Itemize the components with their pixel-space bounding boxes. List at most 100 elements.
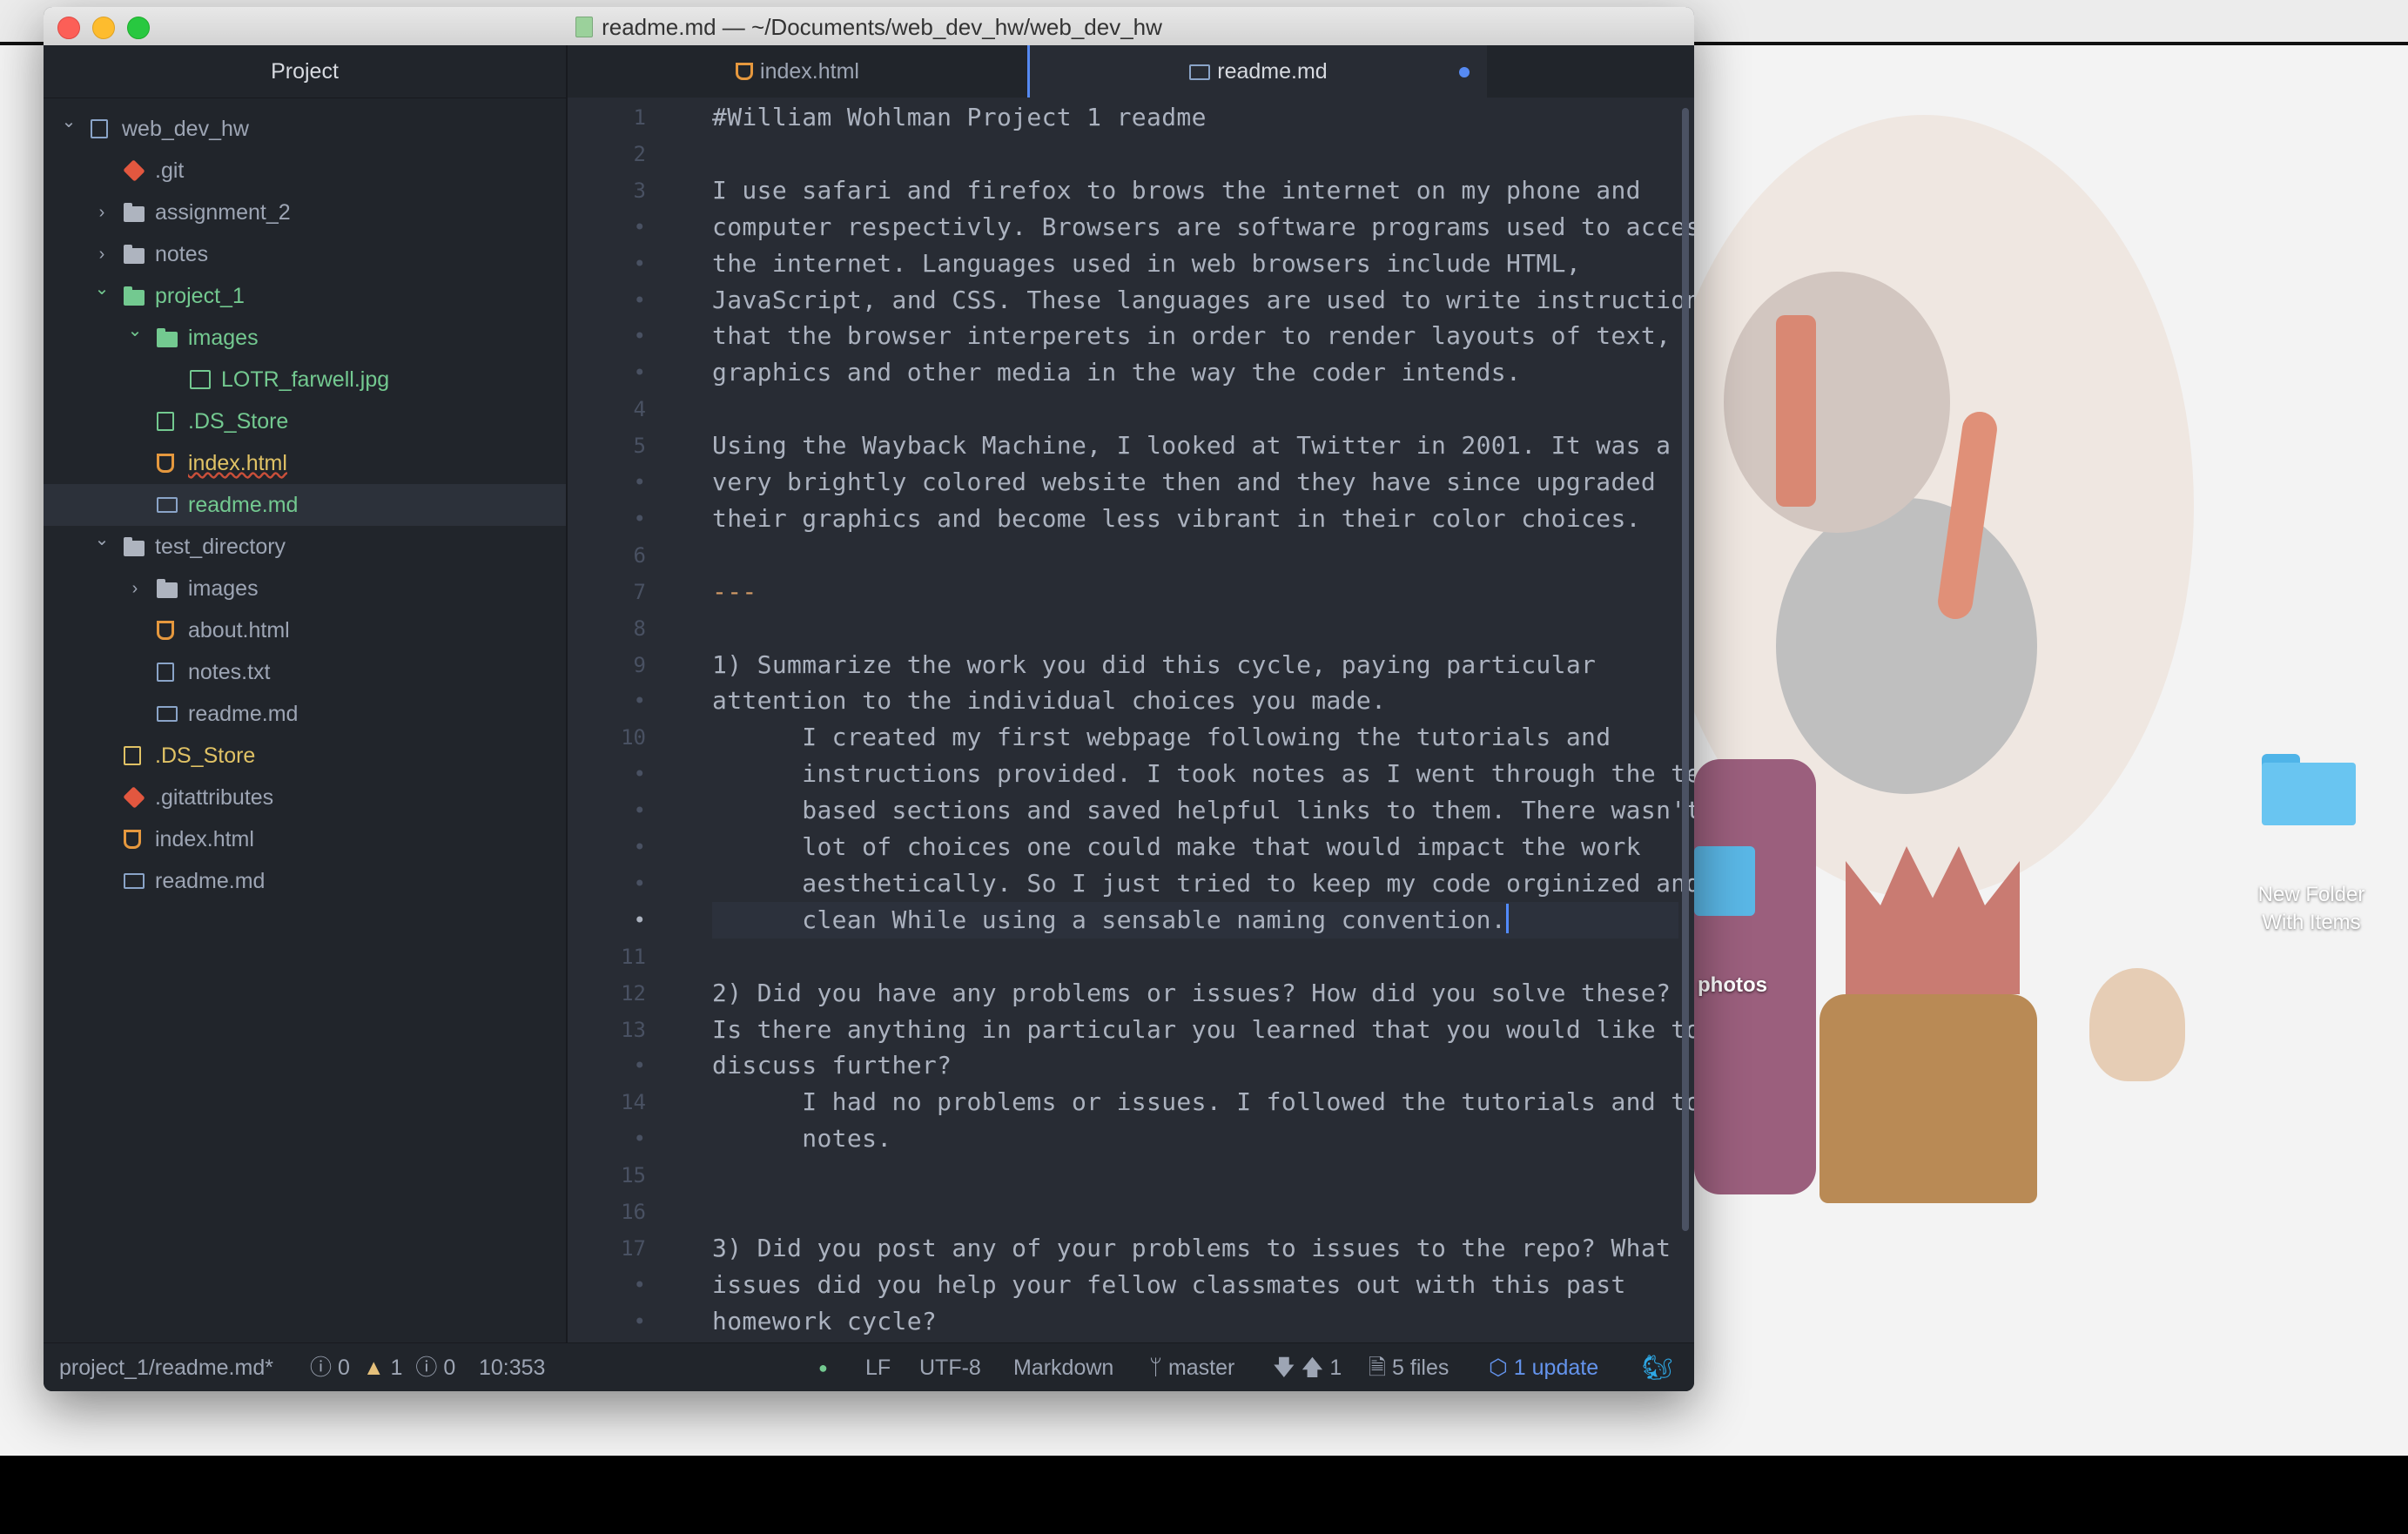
tree-item[interactable]: readme.md <box>44 860 566 902</box>
tree-item[interactable]: about.html <box>44 609 566 651</box>
tree-item[interactable]: › notes <box>44 233 566 275</box>
github-files[interactable]: 🗎 5 files <box>1369 1343 1449 1391</box>
markdown-file-icon <box>1189 64 1211 80</box>
tree-item[interactable]: ⌄ test_directory <box>44 526 566 568</box>
tab-readme-md[interactable]: readme.md <box>1027 45 1487 98</box>
code-line-text: aesthetically. So I just tried to keep m… <box>712 869 1694 898</box>
code-line[interactable]: graphics and other media in the way the … <box>712 354 1521 391</box>
line-ending-selector[interactable]: LF <box>865 1343 891 1391</box>
tree-item-label: .gitattributes <box>155 785 274 810</box>
code-line[interactable]: clean While using a sensable naming conv… <box>712 902 1509 939</box>
markdown-file-icon <box>157 706 178 722</box>
tree-item[interactable]: ⌄ web_dev_hw <box>44 108 566 150</box>
code-line[interactable]: --- <box>712 574 757 610</box>
chevron-down-icon[interactable]: ⌄ <box>92 268 111 310</box>
code-line[interactable]: I had no problems or issues. I followed … <box>712 1084 1694 1120</box>
status-file-path[interactable]: project_1/readme.md* <box>59 1343 273 1391</box>
grammar-selector[interactable]: Markdown <box>1013 1343 1113 1391</box>
tab-index-html-label: index.html <box>760 59 859 84</box>
tree-item[interactable]: LOTR_farwell.jpg <box>44 359 566 400</box>
text-editor[interactable]: 1 #William Wohlman Project 1 readme 2 3 I us… <box>568 98 1694 1342</box>
code-line-text: notes. <box>712 1124 892 1153</box>
encoding-selector[interactable]: UTF-8 <box>919 1343 981 1391</box>
tree-item[interactable]: index.html <box>44 442 566 484</box>
chevron-down-icon[interactable]: ⌄ <box>125 310 145 352</box>
git-push-pull[interactable]: 🡇 🡅 1 <box>1273 1343 1342 1391</box>
line-number: • <box>633 689 646 713</box>
code-line[interactable]: discuss further? <box>712 1047 952 1084</box>
code-line-text: computer respectivly. Browsers are softw… <box>712 212 1694 241</box>
code-line[interactable]: #William Wohlman Project 1 readme <box>712 99 1207 136</box>
feedback-squirrel-icon[interactable]: 🐿 <box>1642 1343 1673 1391</box>
modified-indicator-icon[interactable] <box>1459 67 1470 77</box>
code-line[interactable]: JavaScript, and CSS. These languages are… <box>712 282 1694 319</box>
title-bar[interactable]: readme.md — ~/Documents/web_dev_hw/web_d… <box>44 7 1694 46</box>
tree-item[interactable]: readme.md <box>44 484 566 526</box>
tree-item[interactable]: readme.md <box>44 693 566 735</box>
git-branch[interactable]: ᛘ master <box>1149 1343 1234 1391</box>
code-line-text: 1) Summarize the work you did this cycle… <box>712 650 1597 679</box>
package-icon: ⬡ <box>1489 1356 1514 1380</box>
code-line[interactable]: homework cycle? <box>712 1303 937 1340</box>
code-line[interactable]: notes. <box>712 1120 892 1157</box>
line-number: • <box>633 908 646 932</box>
tree-item[interactable]: › assignment_2 <box>44 192 566 233</box>
tree-item[interactable]: ⌄ images <box>44 317 566 359</box>
tree-item[interactable]: .git <box>44 150 566 192</box>
code-line[interactable]: attention to the individual choices you … <box>712 683 1386 719</box>
line-number: 5 <box>633 434 646 458</box>
editor-scrollbar[interactable] <box>1682 108 1689 1231</box>
photos-folder-icon[interactable] <box>1694 846 1755 916</box>
new-folder-with-items-icon[interactable] <box>2262 754 2356 825</box>
code-line[interactable]: 2) Did you have any problems or issues? … <box>712 975 1671 1012</box>
folder-icon <box>157 328 178 347</box>
package-updates[interactable]: ⬡ 1 update <box>1489 1343 1598 1391</box>
code-line[interactable]: their graphics and become less vibrant i… <box>712 501 1641 537</box>
code-line-text: that the browser interperets in order to… <box>712 321 1671 350</box>
code-line[interactable]: very brightly colored website then and t… <box>712 464 1656 501</box>
tab-index-html[interactable]: index.html <box>568 45 1027 98</box>
tree-item-label: project_1 <box>155 284 245 308</box>
code-line[interactable]: 1) Summarize the work you did this cycle… <box>712 647 1596 683</box>
folder-icon <box>124 203 145 222</box>
tree-item[interactable]: ⌄ project_1 <box>44 275 566 317</box>
tree-item[interactable]: index.html <box>44 818 566 860</box>
code-line[interactable]: I use safari and firefox to brows the in… <box>712 172 1641 209</box>
line-number: 12 <box>621 981 646 1006</box>
chevron-right-icon[interactable]: › <box>125 568 145 609</box>
diagnostics-summary[interactable]: ⓘ 0 ▲ 1 ⓘ 0 <box>310 1343 455 1391</box>
tree-item[interactable]: .DS_Store <box>44 400 566 442</box>
push-arrow-icon: 🡅 <box>1301 1356 1324 1380</box>
code-line[interactable]: aesthetically. So I just tried to keep m… <box>712 865 1694 902</box>
code-line[interactable]: computer respectivly. Browsers are softw… <box>712 209 1694 246</box>
code-line-text: graphics and other media in the way the … <box>712 358 1522 387</box>
tree-item[interactable]: .gitattributes <box>44 777 566 818</box>
code-line[interactable]: the internet. Languages used in web brow… <box>712 246 1581 282</box>
code-line[interactable]: 3) Did you post any of your problems to … <box>712 1230 1671 1267</box>
chevron-down-icon[interactable]: ⌄ <box>92 519 111 561</box>
code-line[interactable]: Using the Wayback Machine, I looked at T… <box>712 427 1671 464</box>
line-number: • <box>633 324 646 348</box>
code-line[interactable]: issues did you help your fellow classmat… <box>712 1267 1626 1303</box>
code-line[interactable]: instructions provided. I took notes as I… <box>712 756 1694 792</box>
tree-item[interactable]: .DS_Store <box>44 735 566 777</box>
tree-item[interactable]: notes.txt <box>44 651 566 693</box>
html5-icon <box>736 63 754 80</box>
line-number: • <box>633 871 646 896</box>
code-line[interactable]: I created my first webpage following the… <box>712 719 1611 756</box>
code-line[interactable]: that the browser interperets in order to… <box>712 318 1671 354</box>
knight-head-shape <box>1724 272 1950 533</box>
chevron-right-icon[interactable]: › <box>92 192 111 233</box>
cursor-position[interactable]: 10:353 <box>479 1343 545 1391</box>
chevron-down-icon[interactable]: ⌄ <box>59 101 78 143</box>
line-number: 2 <box>633 142 646 166</box>
markdown-document-icon <box>575 17 594 37</box>
code-line-text: 3) Did you post any of your problems to … <box>712 1234 1671 1262</box>
code-line[interactable]: Is there anything in particular you lear… <box>712 1012 1694 1048</box>
folder-icon <box>124 537 145 556</box>
code-line[interactable]: lot of choices one could make that would… <box>712 829 1641 865</box>
code-line[interactable]: based sections and saved helpful links t… <box>712 792 1694 829</box>
tree-item[interactable]: › images <box>44 568 566 609</box>
markdown-file-icon <box>124 873 145 889</box>
folder-icon <box>124 245 145 264</box>
